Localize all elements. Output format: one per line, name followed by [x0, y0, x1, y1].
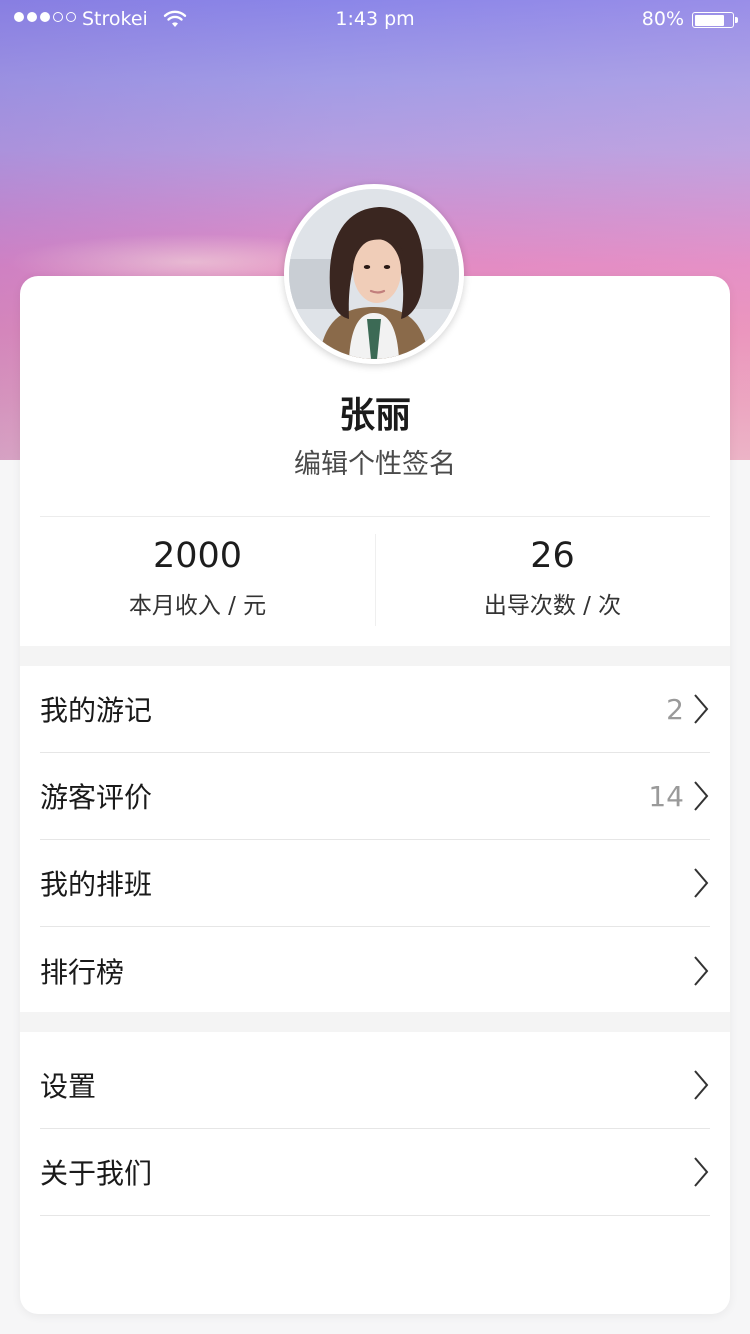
chevron-right-icon	[694, 694, 709, 724]
menu-item-count: 2	[666, 692, 684, 726]
menu-group-primary: 我的游记 2 游客评价 14 我的排班 排行榜	[20, 666, 730, 1014]
menu-item-label: 我的排班	[40, 868, 153, 901]
profile-card: 张丽 编辑个性签名 2000 本月收入 / 元 26 出导次数 / 次 我的游记…	[20, 276, 730, 1314]
menu-item-leaderboard[interactable]: 排行榜	[40, 927, 710, 1014]
stat-value: 2000	[152, 536, 243, 576]
menu-item-count: 14	[648, 779, 684, 813]
menu-item-guest-reviews[interactable]: 游客评价 14	[40, 753, 710, 840]
stat-monthly-income[interactable]: 2000 本月收入 / 元	[20, 534, 375, 620]
status-bar: Strokei 1:43 pm 80%	[0, 0, 750, 40]
user-name: 张丽	[338, 395, 411, 436]
chevron-right-icon	[694, 868, 709, 898]
stat-value: 26	[530, 536, 575, 576]
menu-item-settings[interactable]: 设置	[40, 1042, 710, 1129]
clock: 1:43 pm	[335, 8, 415, 30]
section-gap	[20, 646, 730, 666]
menu-item-label: 关于我们	[40, 1157, 153, 1190]
battery-icon	[692, 12, 738, 28]
stat-label: 出导次数 / 次	[483, 593, 622, 619]
chevron-right-icon	[694, 955, 709, 986]
menu-item-about-us[interactable]: 关于我们	[40, 1129, 710, 1216]
battery-percent: 80%	[641, 8, 684, 30]
divider	[40, 516, 710, 517]
chevron-right-icon	[694, 781, 709, 811]
menu-item-label: 排行榜	[40, 955, 125, 989]
avatar-photo	[289, 189, 459, 359]
section-gap	[20, 1012, 730, 1032]
stat-label: 本月收入 / 元	[128, 593, 267, 619]
stat-tour-count[interactable]: 26 出导次数 / 次	[375, 534, 730, 620]
chevron-right-icon	[694, 1070, 709, 1100]
chevron-right-icon	[694, 1157, 709, 1187]
menu-item-label: 游客评价	[40, 781, 153, 814]
edit-signature-link[interactable]: 编辑个性签名	[20, 442, 730, 481]
menu-item-my-travelogues[interactable]: 我的游记 2	[40, 666, 710, 753]
menu-item-label: 我的游记	[40, 694, 153, 727]
menu-item-label: 设置	[40, 1070, 97, 1103]
stats-divider	[375, 534, 376, 626]
menu-item-my-schedule[interactable]: 我的排班	[40, 840, 710, 927]
menu-group-secondary: 设置 关于我们	[20, 1042, 730, 1216]
avatar[interactable]	[284, 184, 464, 364]
